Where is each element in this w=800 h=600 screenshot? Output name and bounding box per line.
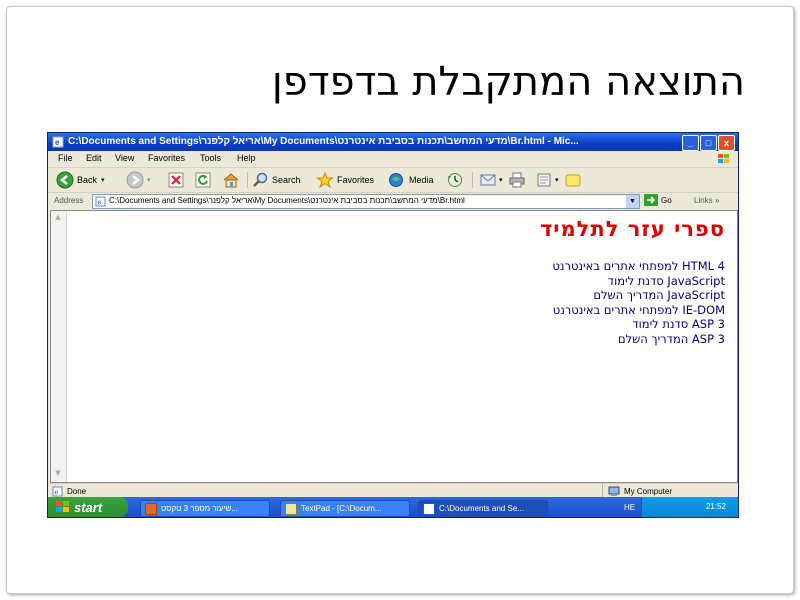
back-arrow-icon [56, 171, 74, 189]
folder-note-icon [565, 174, 581, 187]
mail-icon [480, 174, 496, 186]
book-link[interactable]: ASP 3 המדריך השלם [552, 332, 725, 347]
chevron-right-icon: » [714, 196, 720, 205]
page-done-icon: e [52, 486, 63, 497]
clock[interactable]: 21:52 [706, 502, 726, 511]
mail-dropdown-icon[interactable]: ▾ [499, 176, 503, 184]
print-icon [509, 172, 525, 188]
system-tray: 21:52 [641, 497, 738, 517]
book-link[interactable]: JavaScript סדנת לימוד [552, 274, 725, 289]
back-dropdown-icon[interactable]: ▾ [101, 176, 105, 184]
page-heading: ספרי עזר לתלמיד [539, 217, 725, 241]
book-links-list: HTML 4 למפתחי אתרים באינטרנט JavaScript … [552, 259, 725, 346]
language-indicator[interactable]: HE [624, 503, 635, 512]
search-button[interactable]: Search [253, 171, 301, 189]
address-dropdown-icon[interactable]: ▼ [626, 195, 639, 208]
refresh-icon [195, 172, 211, 188]
scroll-up-icon[interactable]: ▲ [53, 213, 63, 223]
forward-dropdown-icon[interactable]: ▾ [147, 176, 151, 184]
stop-icon [168, 172, 184, 188]
taskbar-item[interactable]: שיעור מספר 3 טקסט... [140, 500, 270, 517]
links-toolbar[interactable]: Links » [694, 196, 719, 205]
address-label: Address [54, 196, 84, 205]
ie-page-icon: e [52, 136, 64, 148]
window-titlebar[interactable]: e C:\Documents and Settings\אריאל קלפנר\… [48, 133, 738, 151]
taskbar-item[interactable]: C:\Documents and Se... [418, 500, 548, 517]
page-icon: e [95, 196, 106, 207]
minimize-button[interactable]: _ [682, 135, 699, 151]
menu-help[interactable]: Help [237, 153, 256, 163]
menu-tools[interactable]: Tools [200, 153, 221, 163]
back-button[interactable]: Back ▾ [56, 171, 105, 189]
address-bar: Address e C:\Documents and Settings\אריא… [48, 193, 738, 209]
edit-button[interactable]: ▾ [536, 171, 559, 189]
media-button[interactable]: Media [388, 171, 434, 189]
taskbar-item[interactable]: TextPad - [C:\Docum... [280, 500, 410, 517]
address-input[interactable]: e C:\Documents and Settings\אריאל קלפנר\… [92, 194, 640, 209]
refresh-button[interactable] [195, 171, 211, 189]
home-button[interactable] [222, 171, 240, 189]
home-icon [223, 173, 239, 188]
textpad-icon [285, 502, 297, 515]
menu-view[interactable]: View [115, 153, 134, 163]
print-button[interactable] [508, 171, 526, 189]
page-viewport[interactable]: ▲ ▼ ספרי עזר לתלמיד HTML 4 למפתחי אתרים … [50, 210, 738, 483]
menu-file[interactable]: File [58, 153, 73, 163]
book-link[interactable]: IE-DOM למפתחי אתרים באינטרנט [552, 303, 725, 318]
menu-edit[interactable]: Edit [86, 153, 102, 163]
my-computer-icon [608, 486, 620, 496]
menu-bar: File Edit View Favorites Tools Help [48, 151, 738, 168]
go-button[interactable]: Go [644, 194, 672, 206]
maximize-button[interactable]: □ [700, 135, 717, 151]
book-link[interactable]: ASP 3 סדנת לימוד [552, 317, 725, 332]
taskbar: start שיעור מספר 3 טקסט... TextPad - [C:… [48, 497, 738, 517]
search-icon [253, 172, 268, 187]
windows-logo-icon [718, 154, 729, 163]
favorites-button[interactable]: Favorites [316, 171, 374, 189]
toolbar-separator [247, 172, 248, 188]
edit-page-icon [537, 173, 551, 187]
address-value: C:\Documents and Settings\אריאל קלפנר\My… [109, 196, 465, 205]
menu-favorites[interactable]: Favorites [148, 153, 185, 163]
ie-icon [423, 502, 435, 515]
window-title: C:\Documents and Settings\אריאל קלפנר\My… [68, 136, 579, 147]
vertical-scrollbar[interactable]: ▲ ▼ [51, 211, 67, 482]
forward-arrow-icon [126, 171, 144, 189]
slide-title: התוצאה המתקבלת בדפדפן [271, 59, 745, 105]
status-zone: My Computer [601, 484, 672, 498]
edit-dropdown-icon[interactable]: ▾ [555, 176, 559, 184]
browser-window: e C:\Documents and Settings\אריאל קלפנר\… [47, 132, 739, 518]
forward-button[interactable]: ▾ [126, 171, 151, 189]
svg-text:e: e [98, 200, 102, 207]
messenger-button[interactable] [564, 171, 582, 189]
book-link[interactable]: HTML 4 למפתחי אתרים באינטרנט [552, 259, 725, 274]
status-bar: e Done My Computer [48, 483, 738, 498]
favorites-star-icon [316, 172, 334, 188]
svg-text:e: e [55, 138, 60, 147]
start-button[interactable]: start [48, 497, 128, 517]
media-icon [389, 173, 403, 187]
browser-toolbar: Back ▾ ▾ Search Favorites Media ▾ ▾ [48, 168, 738, 193]
windows-flag-icon [56, 501, 69, 512]
status-done: e Done [52, 486, 86, 497]
close-button[interactable]: x [718, 135, 735, 151]
scroll-down-icon[interactable]: ▼ [53, 469, 63, 479]
mail-button[interactable]: ▾ [480, 171, 503, 189]
stop-button[interactable] [168, 171, 184, 189]
powerpoint-icon [145, 502, 157, 515]
go-arrow-icon [644, 194, 658, 206]
svg-text:e: e [55, 490, 59, 497]
history-button[interactable] [446, 171, 464, 189]
toolbar-separator [472, 172, 473, 188]
history-icon [448, 173, 462, 187]
book-link[interactable]: JavaScript המדריך השלם [552, 288, 725, 303]
